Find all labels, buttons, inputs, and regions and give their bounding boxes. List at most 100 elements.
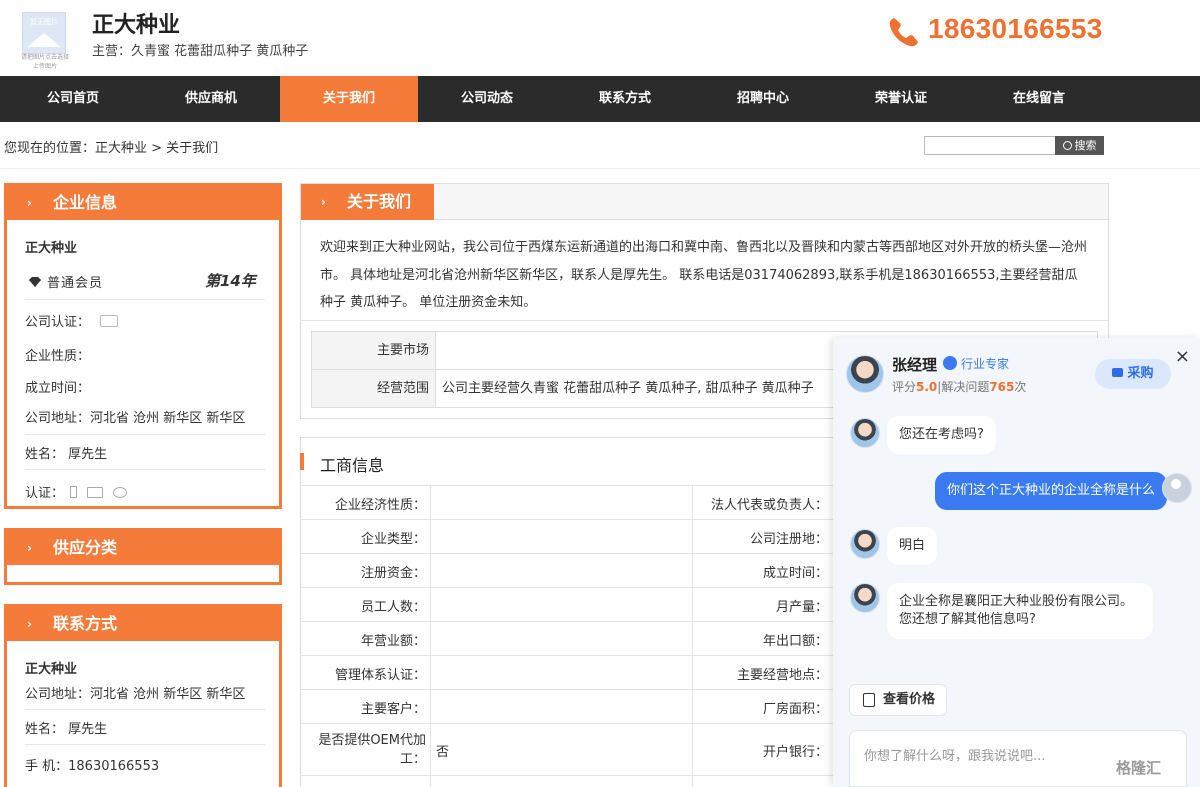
business-info-title: 工商信息 xyxy=(320,456,385,475)
grid-line xyxy=(430,485,431,787)
chat-panel: × xyxy=(833,338,1200,787)
business-field-label: 管理体系认证： xyxy=(334,668,426,683)
grid-line xyxy=(300,655,835,656)
business-field-label: 年营业额： xyxy=(360,634,426,649)
chevron-right-icon: › xyxy=(27,196,32,210)
panel-header: › 供应分类 xyxy=(7,531,279,565)
company-name: 正大种业 xyxy=(92,13,181,38)
business-field-label: 是否提供OEM代加工： xyxy=(318,733,426,767)
agent-avatar xyxy=(846,355,884,393)
close-icon[interactable]: × xyxy=(1175,346,1190,367)
mobile-verify-icon xyxy=(70,486,78,498)
chevron-right-icon: › xyxy=(27,617,32,631)
search-icon xyxy=(1062,141,1072,150)
row-value: 公司主要经营久青蜜 花蕾甜瓜种子 黄瓜种子, 甜瓜种子 黄瓜种子 xyxy=(442,381,814,396)
divider xyxy=(25,299,265,300)
nav-item[interactable]: 公司动态 xyxy=(418,76,556,122)
grid-line xyxy=(300,723,835,724)
business-field-label: 企业类型： xyxy=(360,532,426,547)
phone-number[interactable]: 18630166553 xyxy=(928,13,1103,45)
divider xyxy=(0,168,1200,169)
solved-prefix: |解决问题 xyxy=(937,380,990,394)
member-level: 普通会员 xyxy=(25,272,103,291)
solved-count: 765 xyxy=(989,380,1015,394)
chevron-right-icon: › xyxy=(321,195,326,209)
panel-title: 供应分类 xyxy=(53,538,118,557)
sidebar-company-name[interactable]: 正大种业 xyxy=(25,237,77,256)
rating-prefix: 评分 xyxy=(892,380,917,394)
user-avatar xyxy=(1162,473,1192,503)
main-business: 主营：久青蜜 花蕾甜瓜种子 黄瓜种子 xyxy=(92,44,309,59)
agent-name: 张经理 xyxy=(892,356,938,374)
id-card-icon xyxy=(100,315,119,327)
business-field-label: 月产量： xyxy=(775,600,828,615)
site-header: 暂无图片 请把图片点击选择上传图片 正大种业 主营：久青蜜 花蕾甜瓜种子 黄瓜种… xyxy=(0,0,1200,76)
business-field-label: 厂房面积： xyxy=(762,702,828,717)
logo-subtext: 请把图片点击选择上传图片 xyxy=(20,54,69,70)
rating-value: 5.0 xyxy=(916,380,938,394)
agent-avatar xyxy=(850,583,880,613)
agent-avatar xyxy=(850,418,880,448)
divider xyxy=(25,434,265,435)
grid-line xyxy=(300,485,835,486)
nav-item[interactable]: 联系方式 xyxy=(556,76,694,122)
nature-label: 企业性质： xyxy=(25,349,91,364)
divider xyxy=(25,744,265,745)
divider xyxy=(300,320,1109,321)
verify-row: 认证： xyxy=(25,482,128,501)
company-address: 公司地址：河北省 沧州 新华区 新华区 xyxy=(25,411,246,426)
nav-item[interactable]: 公司首页 xyxy=(4,76,142,122)
cert-row: 公司认证： xyxy=(25,311,119,330)
view-price-label: 查看价格 xyxy=(883,692,936,707)
section-marker xyxy=(300,453,304,470)
chat-message: 您还在考虑吗? xyxy=(887,416,996,454)
business-field-label: 主要经营地点： xyxy=(736,668,828,683)
company-logo[interactable]: 暂无图片 xyxy=(22,12,66,54)
grid-line xyxy=(300,621,835,622)
document-icon xyxy=(863,693,875,707)
contact-address: 公司地址：河北省 沧州 新华区 新华区 xyxy=(25,687,246,702)
panel-header: › 关于我们 xyxy=(301,184,1108,220)
contact-company-name: 正大种业 xyxy=(25,662,78,677)
business-field-value: 否 xyxy=(436,745,450,760)
member-label: 普通会员 xyxy=(47,276,104,291)
contact-panel: › 联系方式 正大种业 公司地址：河北省 沧州 新华区 新华区 姓名： 厚先生 手… xyxy=(4,604,282,787)
view-price-button[interactable]: 查看价格 xyxy=(849,684,947,716)
grid-line xyxy=(300,587,835,588)
breadcrumb: 您现在的位置：正大种业 > 关于我们 xyxy=(4,141,219,156)
nav-item[interactable]: 关于我们 xyxy=(280,76,418,122)
logo-mountain-icon xyxy=(27,33,61,47)
divider xyxy=(25,709,265,710)
panel-header: › 联系方式 xyxy=(7,607,279,641)
business-field-label: 年出口额： xyxy=(762,634,828,649)
company-intro: 欢迎来到正大种业网站，我公司位于西煤东运新通道的出海口和冀中南、鲁西北以及晋陕和… xyxy=(320,240,1088,310)
chevron-right-icon: › xyxy=(27,541,32,555)
search-button[interactable]: 搜索 xyxy=(1055,136,1104,155)
panel-title: 企业信息 xyxy=(53,193,118,212)
contact-name: 姓名： 厚先生 xyxy=(25,447,108,462)
business-field-label: 开户银行： xyxy=(762,745,828,760)
logo-text: 暂无图片 xyxy=(30,18,58,26)
wechat-verify-icon xyxy=(113,487,128,498)
expert-label: 行业专家 xyxy=(961,357,1010,371)
search-input[interactable] xyxy=(924,136,1056,155)
purchase-button[interactable]: 采购 xyxy=(1095,359,1171,389)
nav-item[interactable]: 招聘中心 xyxy=(694,76,832,122)
grid-line xyxy=(300,775,835,776)
contact-mobile: 手 机：18630166553 xyxy=(25,759,160,774)
grid-line xyxy=(300,519,835,520)
business-field-label: 企业经济性质： xyxy=(334,498,426,513)
business-field-label: 注册资金： xyxy=(360,566,426,581)
nav-item[interactable]: 荣誉认证 xyxy=(832,76,970,122)
nav-item[interactable]: 供应商机 xyxy=(142,76,280,122)
supply-category-panel: › 供应分类 xyxy=(4,528,282,585)
grid-line xyxy=(300,689,835,690)
nav-item[interactable]: 在线留言 xyxy=(970,76,1108,122)
business-field-label: 公司注册地： xyxy=(749,532,828,547)
divider xyxy=(25,469,265,470)
grid-line xyxy=(300,553,835,554)
about-us-tab: › 关于我们 xyxy=(301,184,434,220)
business-field-label: 员工人数： xyxy=(360,600,426,615)
purchase-label: 采购 xyxy=(1127,366,1154,381)
row-label: 经营范围 xyxy=(312,370,436,407)
